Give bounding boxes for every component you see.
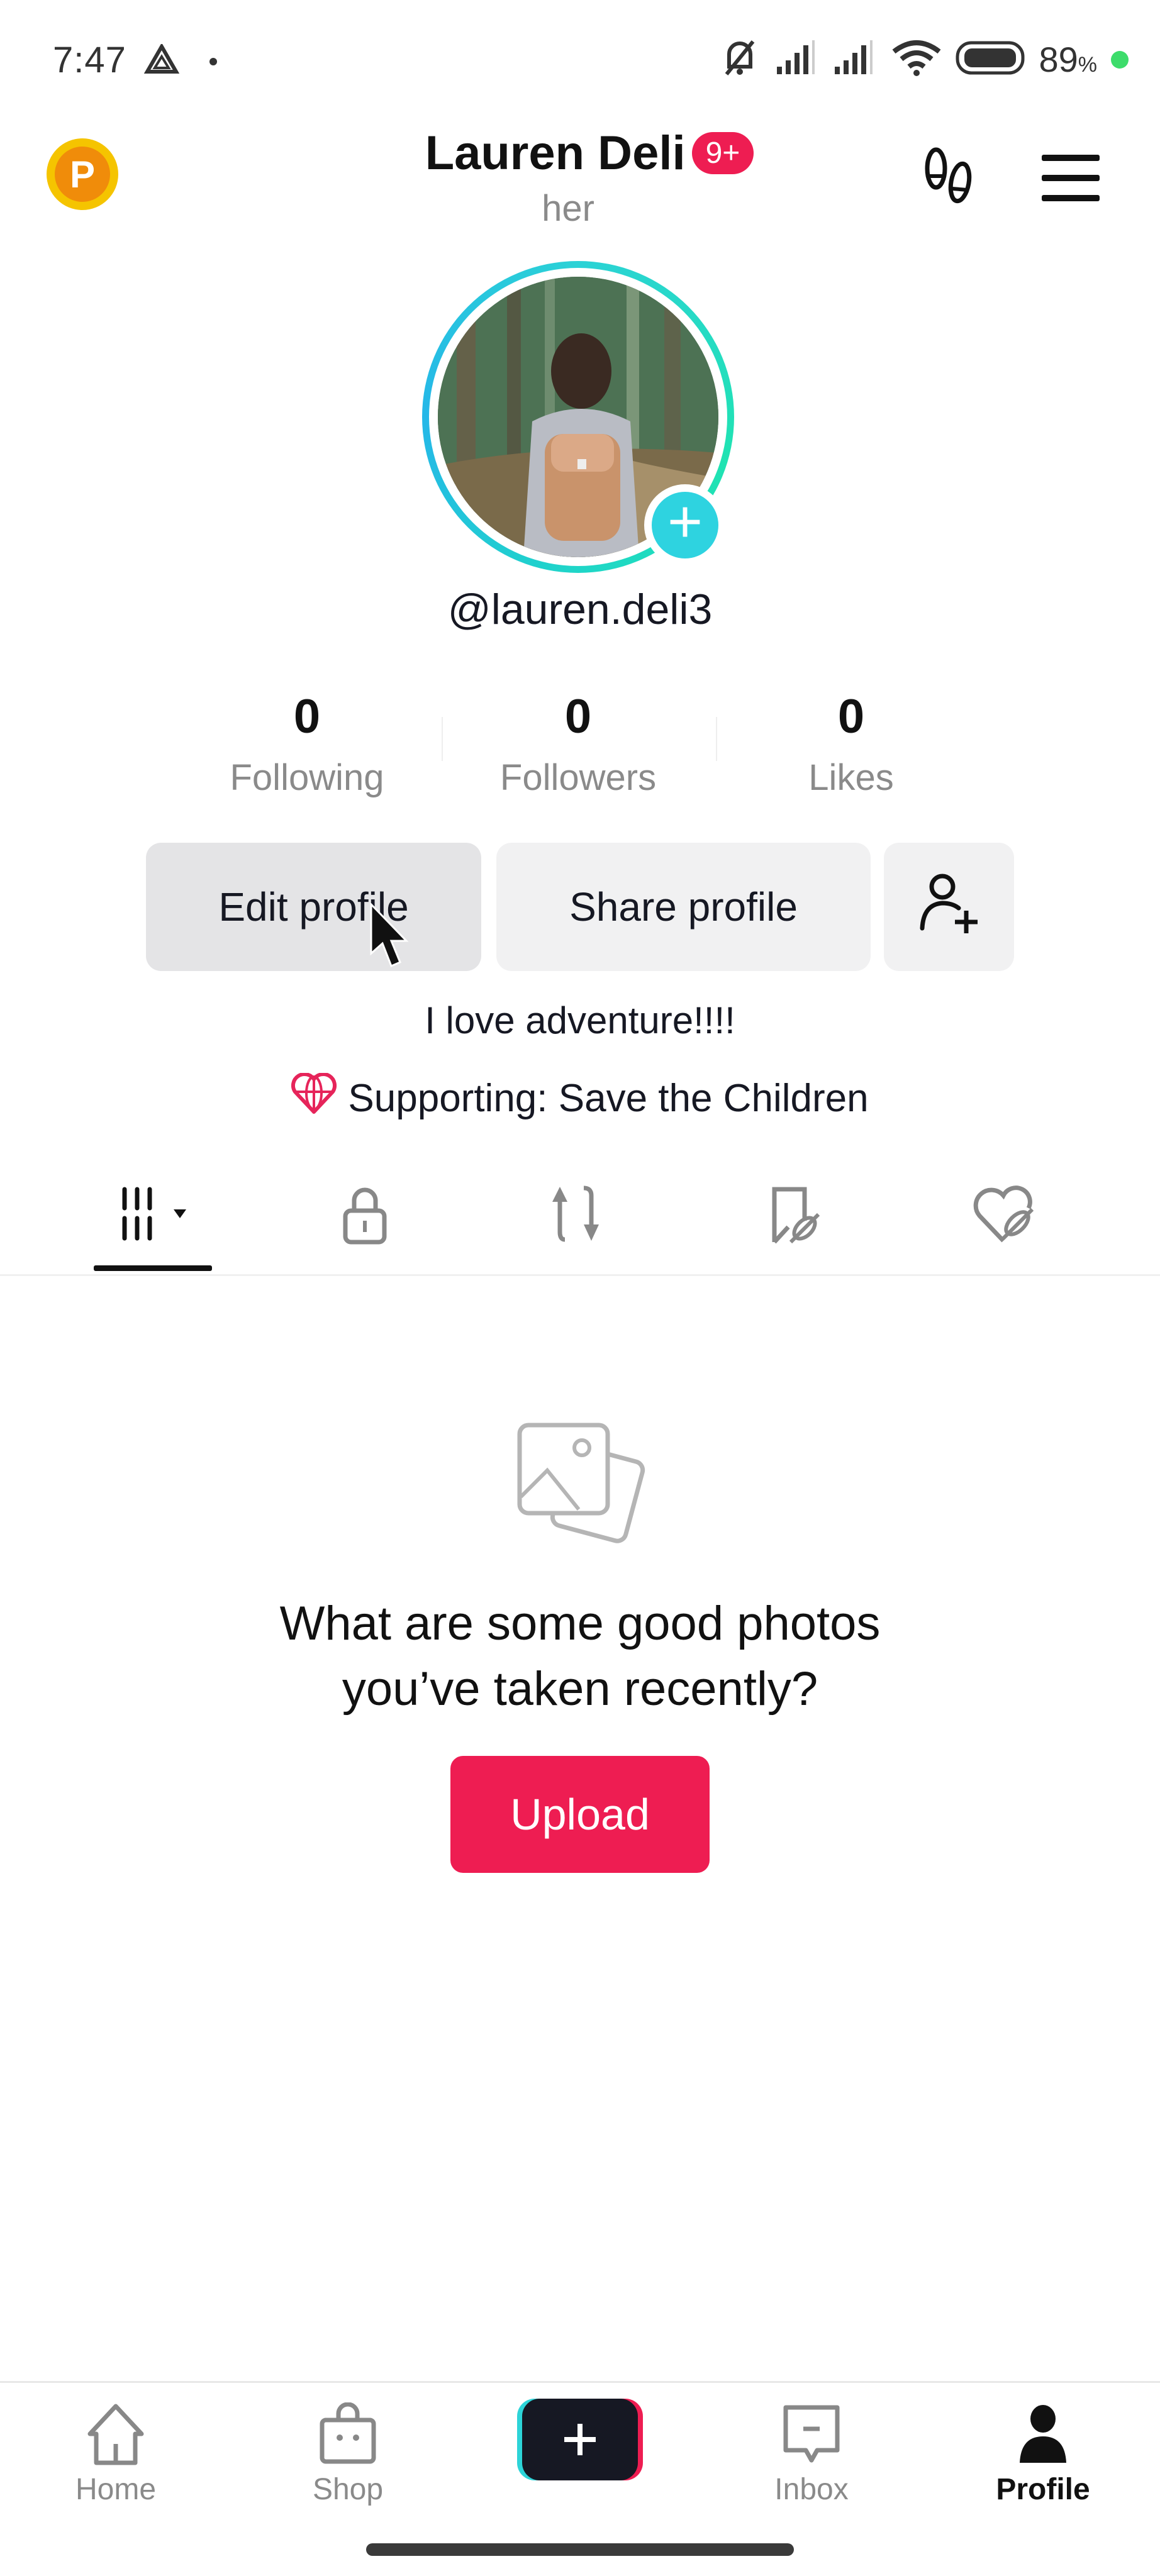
stat-followers[interactable]: 0 Followers [452,689,704,799]
nav-label: Inbox [774,2473,849,2506]
plus-icon: + [652,492,718,558]
supporting-text: Supporting: Save the Children [348,1077,869,1120]
notification-dot [209,58,217,65]
profile-icon [1008,2402,1078,2468]
tab-reposts[interactable] [515,1175,641,1257]
stat-divider [442,717,443,761]
battery-percent: 89% [1039,40,1097,79]
menu-icon[interactable] [1042,155,1100,215]
home-indicator[interactable] [366,2543,794,2556]
tab-posts[interactable] [90,1175,216,1257]
nav-home[interactable]: Home [21,2402,210,2507]
repost-icon [544,1183,613,1249]
stat-likes[interactable]: 0 Likes [725,689,977,799]
shop-icon [313,2402,382,2468]
stat-following[interactable]: 0 Following [181,689,433,799]
home-icon [81,2402,150,2468]
stat-value: 0 [293,690,321,743]
empty-title-line-1: What are some good photos [279,1597,881,1650]
heart-hidden-icon [972,1183,1041,1249]
notification-badge: 9+ [691,132,754,174]
edit-profile-button[interactable]: Edit profile [146,843,481,971]
photos-icon [510,1415,648,1557]
tab-liked[interactable] [944,1175,1069,1257]
nav-label: Home [75,2473,157,2506]
share-profile-button[interactable]: Share profile [496,843,871,971]
nav-label: Profile [996,2473,1090,2506]
nav-divider [0,2381,1160,2383]
stat-divider [716,717,717,761]
mute-icon [718,38,762,81]
bookmark-hidden-icon [763,1183,826,1249]
stat-value: 0 [837,690,865,743]
mouse-cursor [369,902,413,975]
tab-favorites[interactable] [732,1175,857,1257]
status-icons: 89% [718,38,1129,81]
upload-button[interactable]: Upload [450,1756,710,1873]
inbox-icon [777,2402,846,2468]
profile-name-header[interactable]: Lauren Deli 9+ [0,126,1160,180]
tab-divider [0,1274,1160,1276]
battery-icon [956,41,1025,78]
nav-label: Shop [312,2473,384,2506]
status-time: 7:47 [53,40,126,80]
create-button[interactable] [517,2397,643,2483]
wifi-icon [891,39,942,80]
nav-shop[interactable]: Shop [254,2402,442,2507]
display-name: Lauren Deli [425,126,686,180]
supporting-charity[interactable]: Supporting: Save the Children [0,1072,1160,1124]
content-tabs [0,1175,1160,1275]
active-tab-indicator [94,1265,212,1271]
signal-icon [776,40,820,79]
stat-label: Following [230,757,384,798]
add-story-button[interactable]: + [644,484,726,566]
empty-title-line-2: you’ve taken recently? [342,1662,818,1716]
stat-value: 0 [564,690,592,743]
stat-label: Likes [808,757,894,798]
charging-dot [1111,50,1129,69]
add-friend-button[interactable] [884,843,1014,971]
tab-private[interactable] [302,1175,428,1257]
lock-icon [337,1183,393,1249]
drive-icon [143,42,180,79]
empty-state-title: What are some good photos you’ve taken r… [0,1591,1160,1722]
nav-inbox[interactable]: Inbox [717,2402,906,2507]
footprint-icon[interactable] [916,143,979,216]
signal-icon-2 [834,40,878,79]
nav-profile[interactable]: Profile [949,2402,1137,2507]
grid-icon [112,1183,194,1249]
username-handle: @lauren.deli3 [447,586,713,633]
charity-heart-icon [291,1072,337,1124]
add-friend-icon [915,868,984,947]
stat-label: Followers [499,757,657,798]
bio-text: I love adventure!!!! [425,999,735,1041]
